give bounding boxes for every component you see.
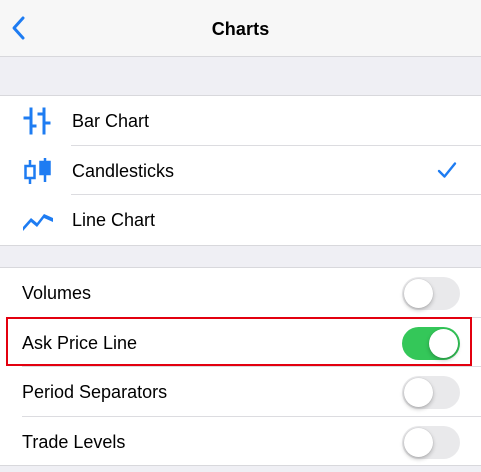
option-period-separators: Period Separators — [0, 367, 481, 417]
option-trade-levels: Trade Levels — [0, 417, 481, 467]
checkmark-icon — [437, 161, 457, 178]
option-label: Trade Levels — [22, 431, 126, 452]
volumes-toggle[interactable] — [402, 277, 460, 310]
chart-type-bar[interactable]: Bar Chart — [0, 96, 481, 146]
chart-type-list: Bar Chart Candlesticks Line Chart — [0, 95, 481, 246]
toggle-knob — [404, 427, 433, 457]
bar-chart-icon — [23, 107, 51, 135]
page-title: Charts — [211, 19, 270, 39]
option-volumes: Volumes — [0, 268, 481, 318]
option-label: Ask Price Line — [22, 332, 138, 353]
chart-type-label: Line Chart — [72, 210, 156, 231]
trade-levels-toggle[interactable] — [402, 425, 460, 459]
chart-type-label: Bar Chart — [72, 111, 150, 131]
chart-type-line[interactable]: Line Chart — [0, 195, 481, 245]
toggle-knob — [404, 279, 433, 308]
period-separators-toggle[interactable] — [402, 376, 460, 410]
toggle-knob — [429, 328, 458, 358]
ask-price-line-toggle[interactable] — [402, 326, 460, 360]
option-label: Period Separators — [22, 382, 168, 403]
candlesticks-icon — [24, 157, 51, 184]
nav-bar: Charts — [0, 0, 481, 57]
chart-type-candlesticks[interactable]: Candlesticks — [0, 146, 481, 196]
option-label: Volumes — [22, 283, 92, 303]
option-ask-price-line: Ask Price Line — [0, 318, 481, 368]
options-list: Volumes Ask Price Line Period Separators… — [0, 267, 481, 466]
chart-type-label: Candlesticks — [72, 160, 175, 181]
line-chart-icon — [23, 214, 53, 232]
toggle-knob — [404, 378, 433, 408]
